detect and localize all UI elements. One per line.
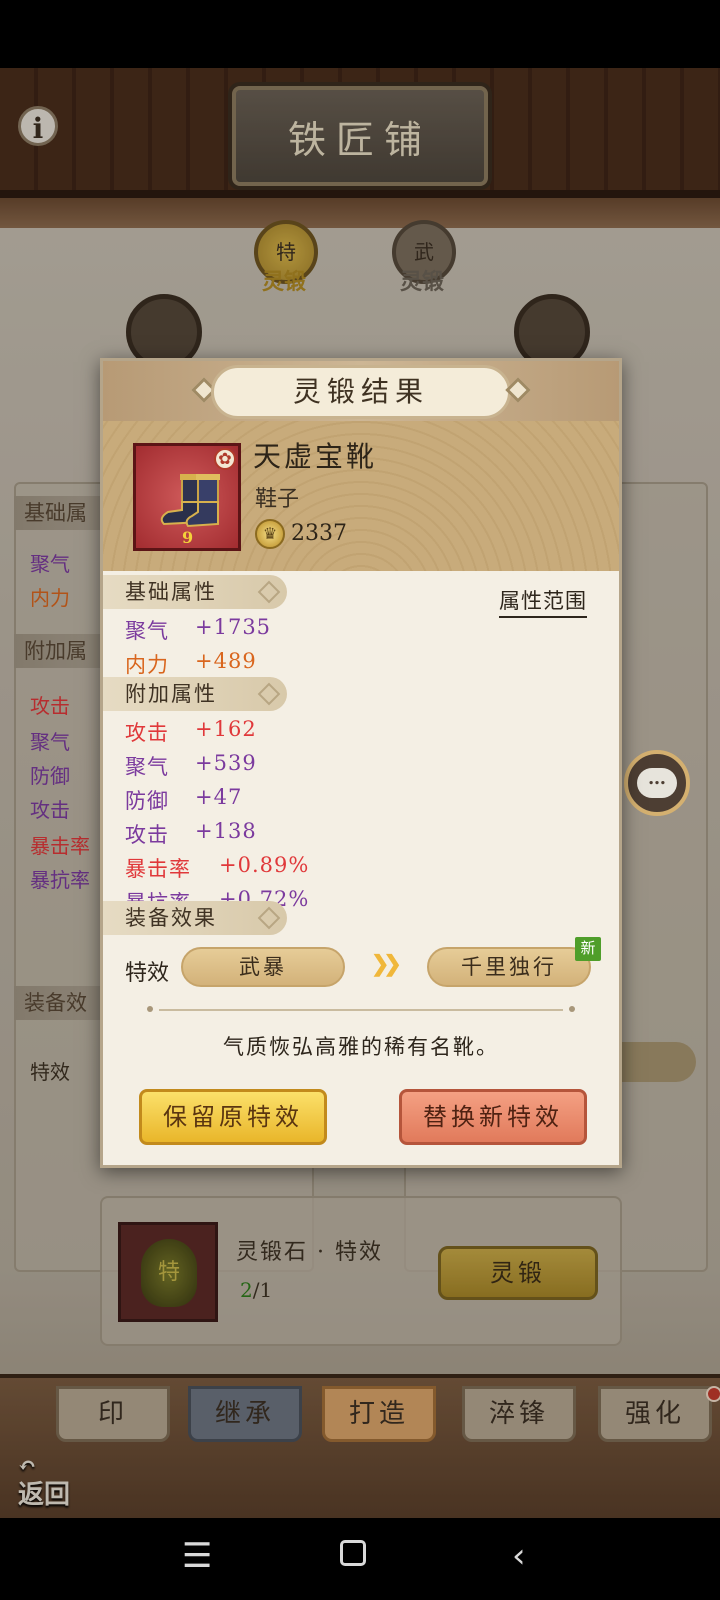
status-bar <box>0 0 720 68</box>
extra-attributes-header: 附加属性 <box>103 677 287 711</box>
dialog-header: 灵锻结果 <box>103 361 619 421</box>
extra-stat-row: 防御 +47 <box>125 785 241 815</box>
dialog-title: 灵锻结果 <box>211 365 511 419</box>
base-attributes-header: 基础属性 <box>103 575 287 609</box>
stat-name: 攻击 <box>125 823 169 847</box>
divider-dot-left <box>147 1006 153 1012</box>
effect-label: 特效 <box>125 961 170 986</box>
stat-name: 暴击率 <box>125 857 191 881</box>
item-description: 气质恢弘高雅的稀有名靴。 <box>223 1035 499 1059</box>
extra-stat-row: 攻击 +138 <box>125 819 256 849</box>
stat-value: +47 <box>195 785 243 809</box>
double-arrow-icon: ❯❯ <box>371 951 402 977</box>
replace-new-effect-button[interactable]: 替换新特效 <box>399 1089 587 1145</box>
system-nav-bar: ☰ ‹ <box>0 1518 720 1600</box>
stat-name: 攻击 <box>125 721 169 745</box>
item-name: 天虚宝靴 <box>253 440 378 473</box>
rarity-flower-icon: ✿ <box>214 448 236 470</box>
old-effect-pill[interactable]: 武暴 <box>181 947 345 987</box>
stat-value: +489 <box>195 649 257 673</box>
base-stat-row: 聚气 +1735 <box>125 615 270 645</box>
stat-name: 聚气 <box>125 755 169 779</box>
item-icon-frame[interactable]: ✿ 9 <box>133 443 241 551</box>
new-effect-pill[interactable]: 千里独行 <box>427 947 591 987</box>
boots-icon <box>160 474 220 528</box>
stat-name: 防御 <box>125 789 169 813</box>
back-nav-icon[interactable]: ‹ <box>512 1536 526 1576</box>
stat-value: +1735 <box>195 615 272 639</box>
item-type: 鞋子 <box>255 487 300 512</box>
dialog-body: 基础属性 属性范围 聚气 +1735 内力 +489 附加属性 攻击 +162 … <box>103 571 619 1165</box>
home-icon[interactable] <box>340 1534 366 1566</box>
equipment-effect-header: 装备效果 <box>103 901 287 935</box>
stat-name: 聚气 <box>125 619 169 643</box>
stat-value: +138 <box>195 819 257 843</box>
keep-original-effect-button[interactable]: 保留原特效 <box>139 1089 327 1145</box>
forge-result-dialog: 灵锻结果 ✿ 9 天虚宝靴 鞋子 ♛ 2337 基础属性 属性范围 聚气 +17… <box>100 358 622 1168</box>
stat-value: +539 <box>195 751 257 775</box>
extra-stat-row: 聚气 +539 <box>125 751 256 781</box>
chat-icon: … <box>637 768 677 798</box>
extra-stat-row: 攻击 +162 <box>125 717 256 747</box>
divider-dot-right <box>569 1006 575 1012</box>
combat-power-icon: ♛ <box>255 519 285 549</box>
extra-stat-row: 暴击率 +0.89% <box>125 853 308 883</box>
item-level: 9 <box>182 528 194 547</box>
combat-power-value: 2337 <box>291 521 347 546</box>
attribute-range-link[interactable]: 属性范围 <box>499 585 587 618</box>
new-badge: 新 <box>575 937 601 961</box>
item-summary: ✿ 9 天虚宝靴 鞋子 ♛ 2337 <box>103 421 619 571</box>
recent-apps-icon[interactable]: ☰ <box>182 1536 212 1576</box>
stat-name: 内力 <box>125 653 169 677</box>
base-stat-row: 内力 +489 <box>125 649 256 679</box>
stat-value: +162 <box>195 717 257 741</box>
divider <box>159 1009 563 1011</box>
chat-button[interactable]: … <box>624 750 690 816</box>
stat-value: +0.89% <box>219 853 310 877</box>
